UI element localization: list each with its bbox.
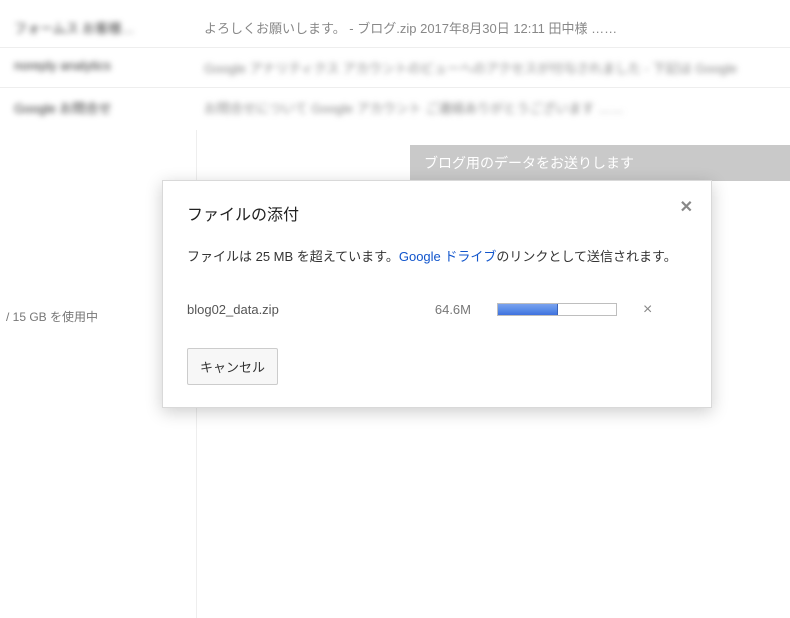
file-name: blog02_data.zip bbox=[187, 302, 407, 317]
dialog-message-part2: のリンクとして送信されます。 bbox=[496, 249, 676, 264]
file-size: 64.6M bbox=[415, 302, 471, 317]
upload-file-row: blog02_data.zip 64.6M × bbox=[187, 302, 687, 318]
attach-file-dialog: ✕ ファイルの添付 ファイルは 25 MB を超えています。Google ドライ… bbox=[162, 180, 712, 408]
google-drive-link[interactable]: Google ドライブ bbox=[399, 249, 497, 264]
close-icon[interactable]: ✕ bbox=[680, 197, 693, 217]
dialog-message-part1: ファイルは 25 MB を超えています。 bbox=[187, 249, 399, 264]
upload-progress bbox=[497, 303, 617, 316]
dialog-title: ファイルの添付 bbox=[187, 201, 687, 225]
cancel-button[interactable]: キャンセル bbox=[187, 348, 278, 385]
upload-progress-bar bbox=[498, 304, 558, 315]
dialog-backdrop: ✕ ファイルの添付 ファイルは 25 MB を超えています。Google ドライ… bbox=[0, 0, 790, 618]
remove-file-icon[interactable]: × bbox=[643, 302, 652, 318]
dialog-message: ファイルは 25 MB を超えています。Google ドライブのリンクとして送信… bbox=[187, 245, 687, 270]
